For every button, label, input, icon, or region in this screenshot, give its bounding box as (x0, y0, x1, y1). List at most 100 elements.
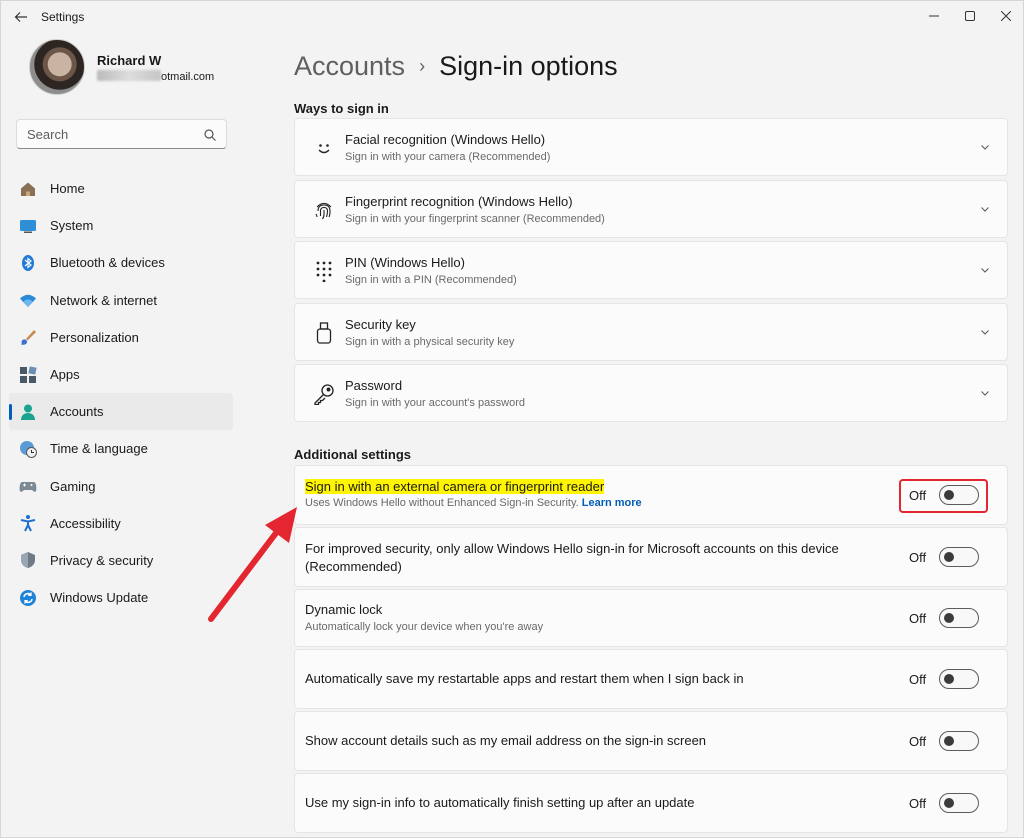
chevron-down-icon (981, 391, 989, 396)
breadcrumb-parent[interactable]: Accounts (294, 51, 405, 82)
usb-key-icon (313, 322, 335, 344)
toggle-state-label: Off (909, 796, 927, 811)
toggle-auto-finish-setup[interactable]: Off (909, 793, 979, 815)
signin-option-fingerprint[interactable]: Fingerprint recognition (Windows Hello) … (294, 180, 1008, 238)
app-title: Settings (41, 10, 85, 24)
sidebar-item-label: System (50, 218, 94, 234)
sidebar-item-label: Time & language (50, 441, 148, 457)
sidebar-item-privacy-security[interactable]: Privacy & security (9, 542, 233, 579)
key-icon (313, 383, 335, 405)
sidebar-item-label: Network & internet (50, 292, 157, 308)
minimize-icon (929, 15, 939, 17)
toggle-switch[interactable] (939, 731, 979, 751)
sidebar-item-network[interactable]: Network & internet (9, 282, 233, 319)
section-title-ways: Ways to sign in (294, 101, 389, 116)
sidebar-item-system[interactable]: System (9, 207, 233, 244)
sidebar-item-accounts[interactable]: Accounts (9, 393, 233, 431)
setting-subtitle: Automatically lock your device when you'… (305, 621, 544, 633)
toggle-windows-hello-only[interactable]: Off (909, 547, 979, 569)
toggle-show-account-details[interactable]: Off (909, 731, 979, 753)
sidebar-item-home[interactable]: Home (9, 170, 233, 207)
setting-windows-hello-only: For improved security, only allow Window… (294, 527, 1008, 587)
settings-window: Settings Richard W otmail.com Search Hom… (0, 0, 1024, 838)
gamepad-icon (19, 477, 37, 495)
bluetooth-icon (19, 254, 37, 272)
sidebar-item-label: Accessibility (50, 515, 121, 531)
sidebar-item-label: Gaming (50, 478, 96, 494)
learn-more-link[interactable]: Learn more (582, 497, 642, 509)
apps-icon (19, 365, 37, 384)
sidebar-item-apps[interactable]: Apps (9, 356, 233, 393)
maximize-icon (965, 11, 975, 21)
smile-icon (313, 137, 335, 159)
setting-subtitle: Uses Windows Hello without Enhanced Sign… (305, 497, 642, 509)
update-icon (19, 589, 37, 607)
setting-auto-finish-setup: Use my sign-in info to automatically fin… (294, 773, 1008, 833)
setting-title: Use my sign-in info to automatically fin… (305, 795, 695, 810)
sidebar-item-label: Bluetooth & devices (50, 255, 165, 271)
breadcrumb-separator-icon: › (419, 55, 426, 76)
toggle-state-label: Off (909, 550, 927, 565)
setting-subtitle-text: Uses Windows Hello without Enhanced Sign… (305, 497, 579, 509)
email-redaction (97, 70, 161, 81)
toggle-restart-apps[interactable]: Off (909, 669, 979, 691)
chevron-down-icon (981, 268, 989, 273)
sidebar-item-time-language[interactable]: Time & language (9, 430, 233, 467)
sidebar-item-accessibility[interactable]: Accessibility (9, 505, 233, 542)
toggle-knob (944, 674, 954, 684)
option-title: Security key (345, 317, 416, 332)
globe-clock-icon (19, 440, 37, 458)
sidebar-nav: Home System Bluetooth & devices Network … (9, 170, 233, 616)
sidebar-item-personalization[interactable]: Personalization (9, 319, 233, 356)
wifi-icon (19, 291, 37, 309)
setting-title: Automatically save my restartable apps a… (305, 671, 744, 686)
chevron-down-icon (981, 330, 989, 335)
minimize-button[interactable] (919, 5, 949, 27)
signin-option-security-key[interactable]: Security key Sign in with a physical sec… (294, 303, 1008, 361)
user-email-domain: otmail.com (161, 71, 215, 83)
page-title: Sign-in options (439, 50, 618, 81)
section-title-additional: Additional settings (294, 447, 411, 462)
chevron-down-icon (981, 145, 989, 150)
toggle-switch[interactable] (939, 669, 979, 689)
user-profile[interactable]: Richard W otmail.com (29, 39, 229, 97)
sidebar-item-label: Home (50, 181, 85, 197)
signin-option-password[interactable]: Password Sign in with your account's pas… (294, 364, 1008, 422)
back-button[interactable] (11, 7, 31, 27)
maximize-button[interactable] (955, 5, 985, 27)
signin-option-pin[interactable]: PIN (Windows Hello) Sign in with a PIN (… (294, 241, 1008, 299)
option-subtitle: Sign in with your fingerprint scanner (R… (345, 213, 605, 225)
sidebar-item-bluetooth[interactable]: Bluetooth & devices (9, 244, 233, 281)
toggle-dynamic-lock[interactable]: Off (909, 608, 979, 630)
toggle-knob (944, 613, 954, 623)
setting-show-account-details: Show account details such as my email ad… (294, 711, 1008, 771)
breadcrumb: Accounts › Sign-in options (294, 49, 618, 83)
setting-title: Sign in with an external camera or finge… (305, 478, 605, 496)
signin-option-facial[interactable]: Facial recognition (Windows Hello) Sign … (294, 118, 1008, 176)
avatar (29, 39, 85, 95)
accessibility-icon (19, 514, 37, 532)
setting-title: For improved security, only allow Window… (305, 541, 839, 574)
toggle-switch[interactable] (939, 547, 979, 567)
brush-icon (19, 328, 37, 346)
toggle-knob (944, 736, 954, 746)
title-bar: Settings (1, 1, 1024, 33)
toggle-switch[interactable] (939, 793, 979, 813)
sidebar-item-windows-update[interactable]: Windows Update (9, 579, 233, 616)
toggle-switch[interactable] (939, 608, 979, 628)
toggle-state-label: Off (909, 672, 927, 687)
annotation-arrow-icon (208, 507, 297, 622)
toggle-state-label: Off (909, 734, 927, 749)
option-title: Password (345, 378, 403, 393)
sidebar-item-label: Privacy & security (50, 552, 154, 568)
search-placeholder: Search (27, 127, 69, 142)
option-subtitle: Sign in with a PIN (Recommended) (345, 274, 517, 286)
option-title: PIN (Windows Hello) (345, 255, 465, 270)
close-button[interactable] (991, 5, 1021, 27)
option-title: Facial recognition (Windows Hello) (345, 132, 546, 147)
sidebar-item-label: Apps (50, 367, 80, 383)
annotation-highlight-box (899, 479, 988, 513)
setting-title: Dynamic lock (305, 602, 383, 617)
sidebar-item-gaming[interactable]: Gaming (9, 468, 233, 505)
search-input[interactable]: Search (16, 119, 227, 149)
